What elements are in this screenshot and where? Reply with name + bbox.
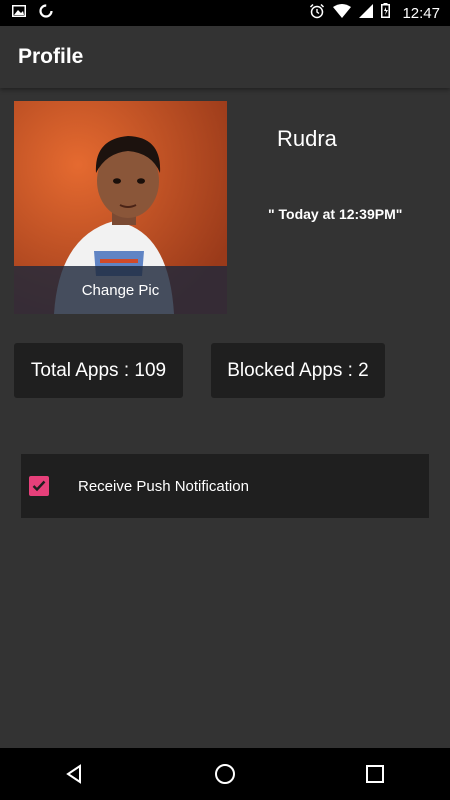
signal-icon <box>359 3 374 23</box>
total-apps-card[interactable]: Total Apps : 109 <box>14 343 183 398</box>
alarm-icon <box>309 3 325 24</box>
recents-icon[interactable] <box>355 754 395 794</box>
navigation-bar <box>0 748 450 800</box>
change-pic-button[interactable]: Change Pic <box>14 266 227 314</box>
wifi-icon <box>333 3 352 23</box>
blocked-apps-card[interactable]: Blocked Apps : 2 <box>211 343 385 398</box>
app-bar: Profile <box>0 26 450 88</box>
push-notification-label: Receive Push Notification <box>78 477 249 495</box>
push-notification-setting[interactable]: Receive Push Notification <box>21 454 429 518</box>
status-time: 12:47 <box>402 4 440 22</box>
image-icon <box>12 4 26 22</box>
status-bar: 12:47 <box>0 0 450 26</box>
checkmark-icon <box>32 480 46 492</box>
push-notification-checkbox[interactable] <box>29 476 49 496</box>
page-title: Profile <box>18 45 84 68</box>
sync-icon <box>38 3 54 24</box>
profile-photo[interactable]: Change Pic <box>14 101 227 314</box>
profile-name: Rudra <box>277 126 337 151</box>
last-seen-text: " Today at 12:39PM" <box>268 206 403 222</box>
battery-icon <box>381 3 391 23</box>
total-apps-label: Total Apps : 109 <box>30 359 167 381</box>
back-icon[interactable] <box>55 754 95 794</box>
home-icon[interactable] <box>205 754 245 794</box>
change-pic-label: Change Pic <box>81 281 160 299</box>
blocked-apps-label: Blocked Apps : 2 <box>227 359 369 381</box>
